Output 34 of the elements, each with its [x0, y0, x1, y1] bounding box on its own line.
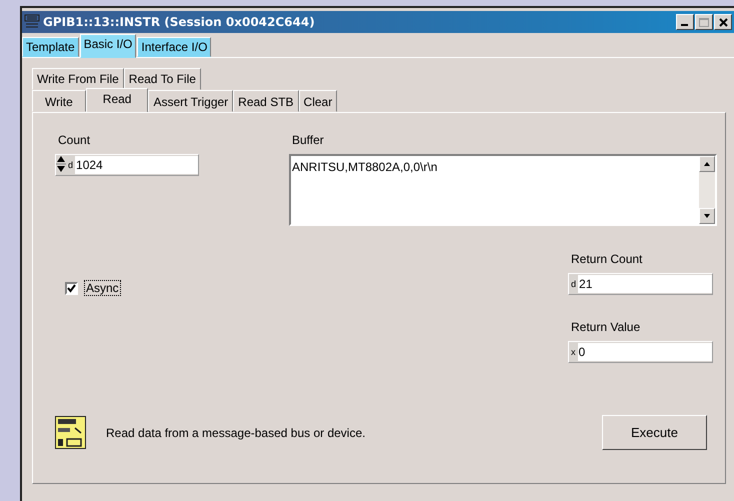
tab[interactable]: Read	[86, 88, 148, 113]
tab[interactable]: Clear	[298, 90, 338, 112]
tab[interactable]: Write	[32, 90, 86, 112]
input-field[interactable]: d 1024	[55, 154, 199, 176]
app-icon	[24, 14, 40, 30]
tab[interactable]: Read STB	[233, 90, 299, 112]
minimize-button[interactable]	[676, 14, 694, 30]
tab[interactable]: Write From File	[32, 68, 124, 90]
maximize-icon	[699, 18, 709, 26]
scroll-up-button[interactable]	[699, 156, 715, 172]
input-field[interactable]: x 0	[568, 341, 713, 363]
tab[interactable]: Basic I/O	[80, 34, 136, 58]
spinner-icon[interactable]	[56, 154, 66, 174]
execute-button[interactable]: Execute	[602, 415, 707, 450]
tab[interactable]: Interface I/O	[137, 37, 212, 57]
close-button[interactable]	[714, 14, 732, 30]
tab[interactable]: Read To File	[124, 68, 201, 90]
input-field[interactable]: d 21	[568, 273, 713, 295]
buffer-field[interactable]: ANRITSU,MT8802A,0,0\r\n	[289, 154, 717, 226]
maximize-button[interactable]	[695, 14, 713, 30]
scrollbar[interactable]	[699, 156, 715, 224]
field-label: Buffer	[292, 133, 325, 147]
close-icon	[718, 18, 728, 26]
window-title: GPIB1::13::INSTR (Session 0x0042C644)	[43, 15, 316, 29]
tab[interactable]: Assert Trigger	[148, 90, 234, 112]
visa-read-icon	[55, 416, 86, 449]
tab[interactable]: Template	[22, 37, 79, 57]
checkbox[interactable]	[65, 282, 78, 294]
checkbox-label[interactable]: Async	[84, 280, 121, 296]
field-label: Return Value	[571, 320, 642, 334]
field-label: Count	[58, 133, 92, 147]
field-label: Return Count	[571, 252, 644, 266]
scroll-down-button[interactable]	[699, 208, 715, 224]
description-text: Read data from a message-based bus or device.	[106, 426, 366, 440]
